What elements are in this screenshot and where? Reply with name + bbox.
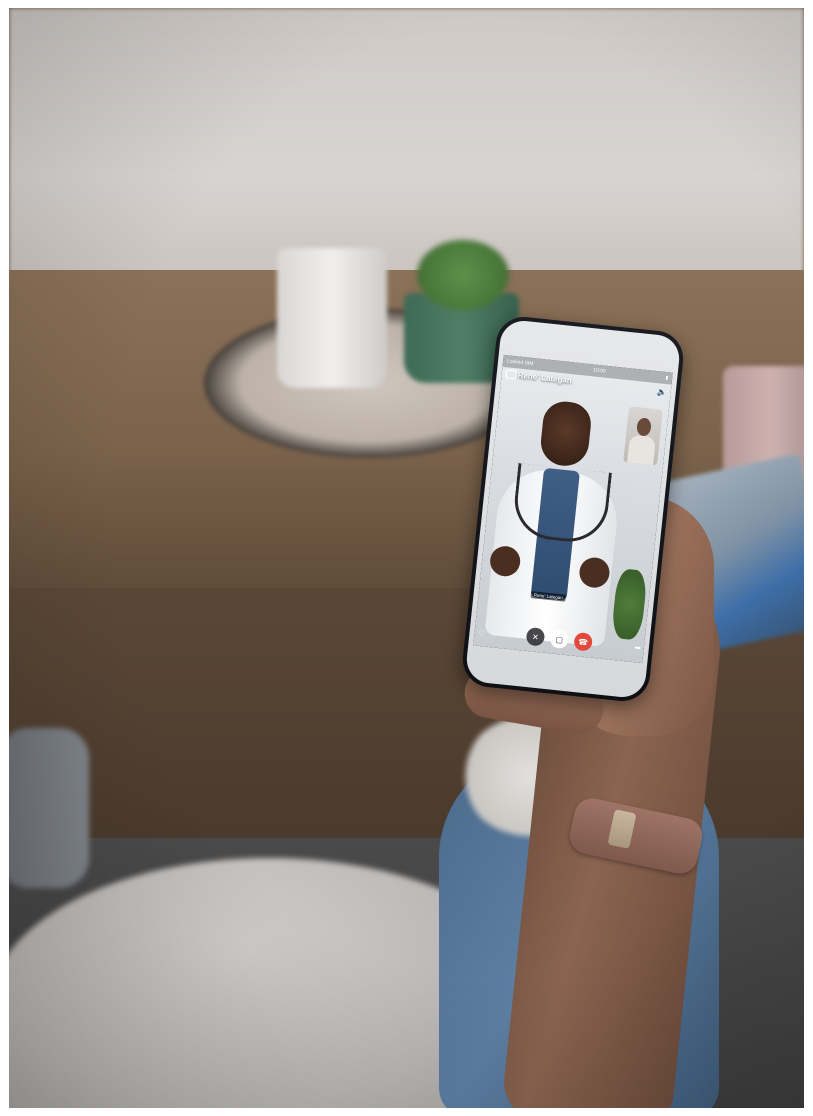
self-view-preview[interactable] xyxy=(623,406,663,466)
clock: 10:00 xyxy=(592,367,606,375)
phone-hangup-icon[interactable]: ☎ xyxy=(573,631,594,652)
more-icon[interactable]: ••• xyxy=(634,643,640,653)
sofa-arm xyxy=(9,728,89,888)
battery-icon: ▮ xyxy=(665,374,669,382)
call-timer: 00:24 xyxy=(516,381,530,389)
wall-background xyxy=(9,8,804,288)
chat-icon[interactable] xyxy=(505,369,518,380)
self-view-face xyxy=(636,417,652,437)
video-camera-icon[interactable]: ▢ xyxy=(549,629,570,650)
smartphone: Locked SIM 10:00 ▮ Rene' Lategan 00:24 🔈… xyxy=(460,314,686,704)
speaker-icon[interactable]: 🔈 xyxy=(656,387,667,397)
mic-off-icon[interactable]: ✕ xyxy=(525,626,546,647)
self-view-body xyxy=(626,434,656,466)
carrier-label: Locked SIM xyxy=(506,358,534,368)
succulent-plant xyxy=(417,240,509,310)
photo: Locked SIM 10:00 ▮ Rene' Lategan 00:24 🔈… xyxy=(9,8,804,1108)
video-call-screen: Locked SIM 10:00 ▮ Rene' Lategan 00:24 🔈… xyxy=(473,354,673,664)
white-mug xyxy=(277,248,387,388)
